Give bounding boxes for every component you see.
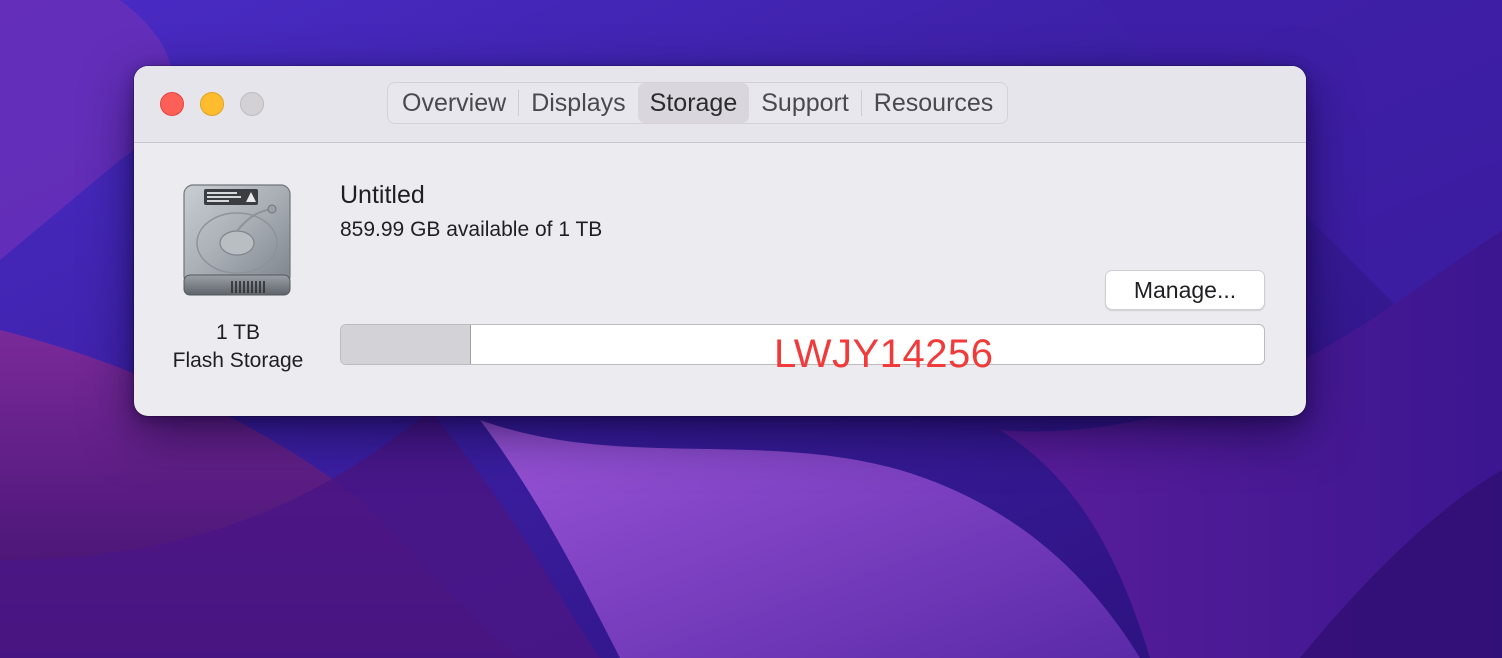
title-bar: Overview Displays Storage Support Resour… [134,66,1306,143]
segmented-tab-control: Overview Displays Storage Support Resour… [387,82,1009,124]
minimize-button[interactable] [200,92,224,116]
zoom-button [240,92,264,116]
tab-overview[interactable]: Overview [390,83,518,123]
watermark-text: LWJY14256 [774,332,994,376]
tab-support[interactable]: Support [749,83,861,123]
tab-storage[interactable]: Storage [637,83,750,123]
storage-pane: 1 TB Flash Storage Untitled 859.99 GB av… [134,143,1306,416]
storage-used-segment [341,325,472,364]
drive-type-label: Flash Storage [172,349,304,372]
volume-availability: 859.99 GB available of 1 TB [340,218,603,241]
drive-capacity-label: 1 TB [216,321,260,344]
about-this-mac-window: Overview Displays Storage Support Resour… [134,66,1306,416]
close-button[interactable] [160,92,184,116]
manage-button[interactable]: Manage... [1105,270,1265,310]
tab-displays[interactable]: Displays [519,83,637,123]
tab-resources[interactable]: Resources [862,83,1006,123]
hard-drive-icon [183,184,291,296]
volume-name: Untitled [340,181,425,209]
